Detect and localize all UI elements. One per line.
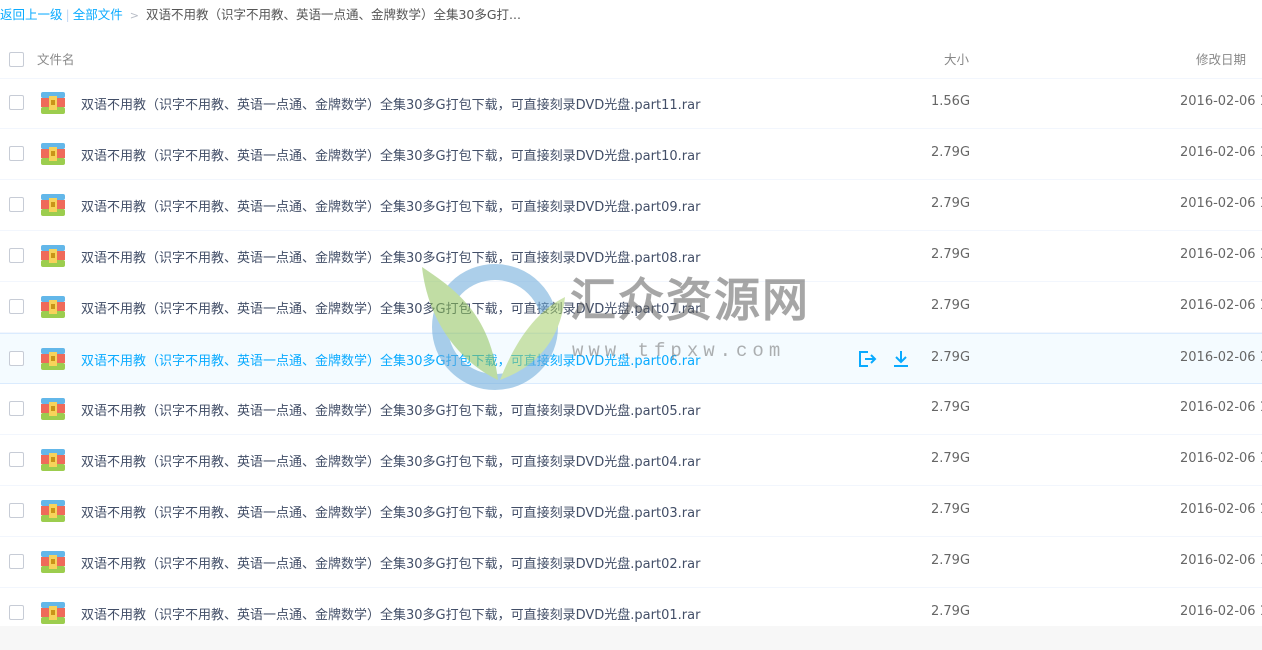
rar-archive-icon xyxy=(41,296,65,318)
file-size: 2.79G xyxy=(931,553,971,568)
file-size: 2.79G xyxy=(931,350,971,365)
file-date: 2016-02-06 16 xyxy=(1180,451,1262,466)
file-checkbox[interactable] xyxy=(9,248,24,263)
file-row[interactable]: 双语不用教（识字不用教、英语一点通、金牌数学）全集30多G打包下载，可直接刻录D… xyxy=(0,333,1262,384)
file-date: 2016-02-06 16 xyxy=(1180,196,1262,211)
file-size: 1.56G xyxy=(931,94,971,109)
file-size: 2.79G xyxy=(931,196,971,211)
file-name[interactable]: 双语不用教（识字不用教、英语一点通、金牌数学）全集30多G打包下载，可直接刻录D… xyxy=(81,247,700,266)
file-date: 2016-02-06 16 xyxy=(1180,553,1262,568)
file-checkbox[interactable] xyxy=(9,503,24,518)
file-name[interactable]: 双语不用教（识字不用教、英语一点通、金牌数学）全集30多G打包下载，可直接刻录D… xyxy=(81,604,700,623)
file-name[interactable]: 双语不用教（识字不用教、英语一点通、金牌数学）全集30多G打包下载，可直接刻录D… xyxy=(81,196,700,215)
rar-archive-icon xyxy=(41,500,65,522)
file-name[interactable]: 双语不用教（识字不用教、英语一点通、金牌数学）全集30多G打包下载，可直接刻录D… xyxy=(81,145,700,164)
file-checkbox[interactable] xyxy=(9,299,24,314)
select-all-checkbox[interactable] xyxy=(9,52,24,67)
breadcrumb-separator: > xyxy=(129,9,139,22)
file-row[interactable]: 双语不用教（识字不用教、英语一点通、金牌数学）全集30多G打包下载，可直接刻录D… xyxy=(0,231,1262,282)
file-checkbox[interactable] xyxy=(9,351,24,366)
column-header-size[interactable]: 大小 xyxy=(944,49,969,68)
file-row[interactable]: 双语不用教（识字不用教、英语一点通、金牌数学）全集30多G打包下载，可直接刻录D… xyxy=(0,78,1262,129)
file-checkbox[interactable] xyxy=(9,197,24,212)
file-size: 2.79G xyxy=(931,247,971,262)
rar-archive-icon xyxy=(41,348,65,370)
file-row[interactable]: 双语不用教（识字不用教、英语一点通、金牌数学）全集30多G打包下载，可直接刻录D… xyxy=(0,486,1262,537)
file-date: 2016-02-06 16 xyxy=(1180,350,1262,365)
back-link[interactable]: 返回上一级 xyxy=(0,7,63,22)
file-row[interactable]: 双语不用教（识字不用教、英语一点通、金牌数学）全集30多G打包下载，可直接刻录D… xyxy=(0,180,1262,231)
file-checkbox[interactable] xyxy=(9,452,24,467)
file-name[interactable]: 双语不用教（识字不用教、英语一点通、金牌数学）全集30多G打包下载，可直接刻录D… xyxy=(81,553,700,572)
breadcrumb-current: 双语不用教（识字不用教、英语一点通、金牌数学）全集30多G打... xyxy=(145,7,521,22)
file-date: 2016-02-06 16 xyxy=(1180,400,1262,415)
file-checkbox[interactable] xyxy=(9,605,24,620)
file-size: 2.79G xyxy=(931,400,971,415)
file-row[interactable]: 双语不用教（识字不用教、英语一点通、金牌数学）全集30多G打包下载，可直接刻录D… xyxy=(0,129,1262,180)
download-icon[interactable] xyxy=(890,348,914,370)
file-row[interactable]: 双语不用教（识字不用教、英语一点通、金牌数学）全集30多G打包下载，可直接刻录D… xyxy=(0,537,1262,588)
file-size: 2.79G xyxy=(931,451,971,466)
file-date: 2016-02-06 16 xyxy=(1180,247,1262,262)
breadcrumb-divider: | xyxy=(65,7,70,22)
file-checkbox[interactable] xyxy=(9,401,24,416)
breadcrumb: 返回上一级 | 全部文件 > 双语不用教（识字不用教、英语一点通、金牌数学）全集30多G… xyxy=(0,0,1262,30)
file-checkbox[interactable] xyxy=(9,146,24,161)
file-size: 2.79G xyxy=(931,502,971,517)
rar-archive-icon xyxy=(41,92,65,114)
file-date: 2016-02-06 16 xyxy=(1180,298,1262,313)
rar-archive-icon xyxy=(41,602,65,624)
rar-archive-icon xyxy=(41,449,65,471)
share-icon[interactable] xyxy=(856,348,880,370)
row-actions xyxy=(856,348,924,374)
file-date: 2016-02-06 16 xyxy=(1180,94,1262,109)
file-list: 双语不用教（识字不用教、英语一点通、金牌数学）全集30多G打包下载，可直接刻录D… xyxy=(0,78,1262,639)
file-date: 2016-02-06 16 xyxy=(1180,502,1262,517)
all-files-link[interactable]: 全部文件 xyxy=(73,7,123,22)
file-name[interactable]: 双语不用教（识字不用教、英语一点通、金牌数学）全集30多G打包下载，可直接刻录D… xyxy=(81,298,700,317)
rar-archive-icon xyxy=(41,143,65,165)
rar-archive-icon xyxy=(41,194,65,216)
file-checkbox[interactable] xyxy=(9,554,24,569)
file-checkbox[interactable] xyxy=(9,95,24,110)
rar-archive-icon xyxy=(41,551,65,573)
rar-archive-icon xyxy=(41,398,65,420)
file-size: 2.79G xyxy=(931,145,971,160)
file-size: 2.79G xyxy=(931,604,971,619)
file-row[interactable]: 双语不用教（识字不用教、英语一点通、金牌数学）全集30多G打包下载，可直接刻录D… xyxy=(0,384,1262,435)
file-name[interactable]: 双语不用教（识字不用教、英语一点通、金牌数学）全集30多G打包下载，可直接刻录D… xyxy=(81,94,700,113)
rar-archive-icon xyxy=(41,245,65,267)
file-date: 2016-02-06 16 xyxy=(1180,604,1262,619)
file-row[interactable]: 双语不用教（识字不用教、英语一点通、金牌数学）全集30多G打包下载，可直接刻录D… xyxy=(0,435,1262,486)
list-header: 文件名 大小 修改日期 xyxy=(0,41,1262,79)
file-name[interactable]: 双语不用教（识字不用教、英语一点通、金牌数学）全集30多G打包下载，可直接刻录D… xyxy=(81,400,700,419)
file-row[interactable]: 双语不用教（识字不用教、英语一点通、金牌数学）全集30多G打包下载，可直接刻录D… xyxy=(0,282,1262,333)
file-name[interactable]: 双语不用教（识字不用教、英语一点通、金牌数学）全集30多G打包下载，可直接刻录D… xyxy=(81,451,700,470)
file-name[interactable]: 双语不用教（识字不用教、英语一点通、金牌数学）全集30多G打包下载，可直接刻录D… xyxy=(81,502,700,521)
file-date: 2016-02-06 16 xyxy=(1180,145,1262,160)
file-size: 2.79G xyxy=(931,298,971,313)
list-footer-area xyxy=(0,626,1262,650)
file-name[interactable]: 双语不用教（识字不用教、英语一点通、金牌数学）全集30多G打包下载，可直接刻录D… xyxy=(81,350,700,369)
column-header-name[interactable]: 文件名 xyxy=(37,49,75,68)
column-header-date[interactable]: 修改日期 xyxy=(1196,49,1246,68)
